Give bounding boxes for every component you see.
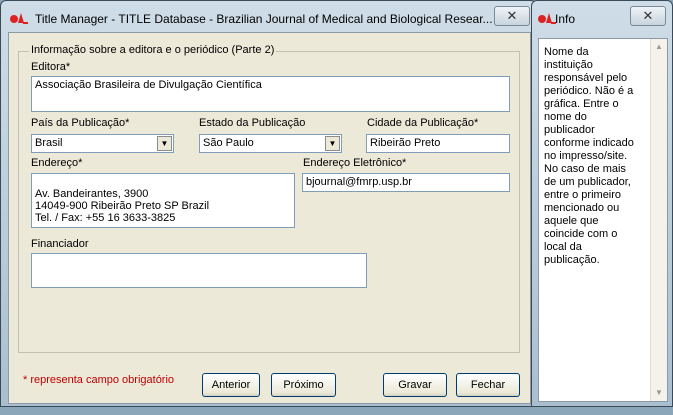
proximo-button[interactable]: Próximo (271, 373, 336, 397)
scroll-down-icon[interactable]: ▼ (651, 385, 667, 401)
endereco-label: Endereço* (31, 157, 83, 169)
endereco-field[interactable]: Av. Bandeirantes, 3900 14049-900 Ribeirã… (31, 173, 295, 228)
close-icon: ✕ (506, 8, 518, 23)
estado-value: São Paulo (203, 137, 254, 149)
pais-label: País da Publicação* (31, 117, 130, 129)
info-scrollbar[interactable]: ▲ ▼ (650, 39, 667, 401)
close-icon: ✕ (642, 8, 654, 23)
title-bar[interactable]: Title Manager - TITLE Database - Brazili… (1, 1, 536, 35)
pais-value: Brasil (35, 137, 63, 149)
email-value: bjournal@fmrp.usp.br (306, 176, 412, 188)
endereco-value: Av. Bandeirantes, 3900 14049-900 Ribeirã… (35, 188, 210, 224)
window-title: Title Manager - TITLE Database - Brazili… (35, 12, 493, 26)
financiador-field[interactable] (31, 253, 367, 288)
info-close-button[interactable]: ✕ (630, 6, 666, 26)
info-panel: Nome da instituição responsável pelo per… (538, 38, 668, 402)
gravar-button[interactable]: Gravar (383, 373, 447, 397)
required-note: * representa campo obrigatório (23, 374, 175, 386)
editora-label: Editora* (31, 61, 71, 73)
estado-label: Estado da Publicação (199, 117, 306, 129)
cidade-field[interactable]: Ribeirão Preto (366, 134, 510, 153)
pais-select[interactable]: Brasil ▼ (31, 134, 174, 153)
chevron-down-icon[interactable]: ▼ (325, 136, 340, 151)
editora-field[interactable]: Associação Brasileira de Divulgação Cien… (31, 76, 510, 112)
title-manager-window: Title Manager - TITLE Database - Brazili… (0, 0, 537, 407)
info-window-title: Info (555, 12, 576, 26)
scroll-up-icon[interactable]: ▲ (651, 39, 667, 55)
info-text: Nome da instituição responsável pelo per… (544, 46, 634, 266)
group-title: Informação sobre a editora e o periódico… (29, 44, 277, 56)
close-button[interactable]: ✕ (494, 6, 530, 26)
cidade-value: Ribeirão Preto (370, 137, 441, 149)
anterior-button[interactable]: Anterior (202, 373, 260, 397)
scielo-logo-icon (538, 13, 556, 24)
estado-select[interactable]: São Paulo ▼ (199, 134, 342, 153)
email-field[interactable]: bjournal@fmrp.usp.br (302, 173, 510, 192)
form-panel: Informação sobre a editora e o periódico… (8, 32, 531, 404)
email-label: Endereço Eletrônico* (303, 157, 407, 169)
fechar-button[interactable]: Fechar (456, 373, 520, 397)
chevron-down-icon[interactable]: ▼ (157, 136, 172, 151)
info-window: Info ✕ Nome da instituição responsável p… (531, 0, 673, 407)
cidade-label: Cidade da Publicação* (367, 117, 479, 129)
editora-value: Associação Brasileira de Divulgação Cien… (35, 79, 262, 91)
scielo-logo-icon (10, 13, 28, 24)
info-title-bar[interactable]: Info ✕ (532, 1, 672, 35)
financiador-label: Financiador (31, 238, 89, 250)
